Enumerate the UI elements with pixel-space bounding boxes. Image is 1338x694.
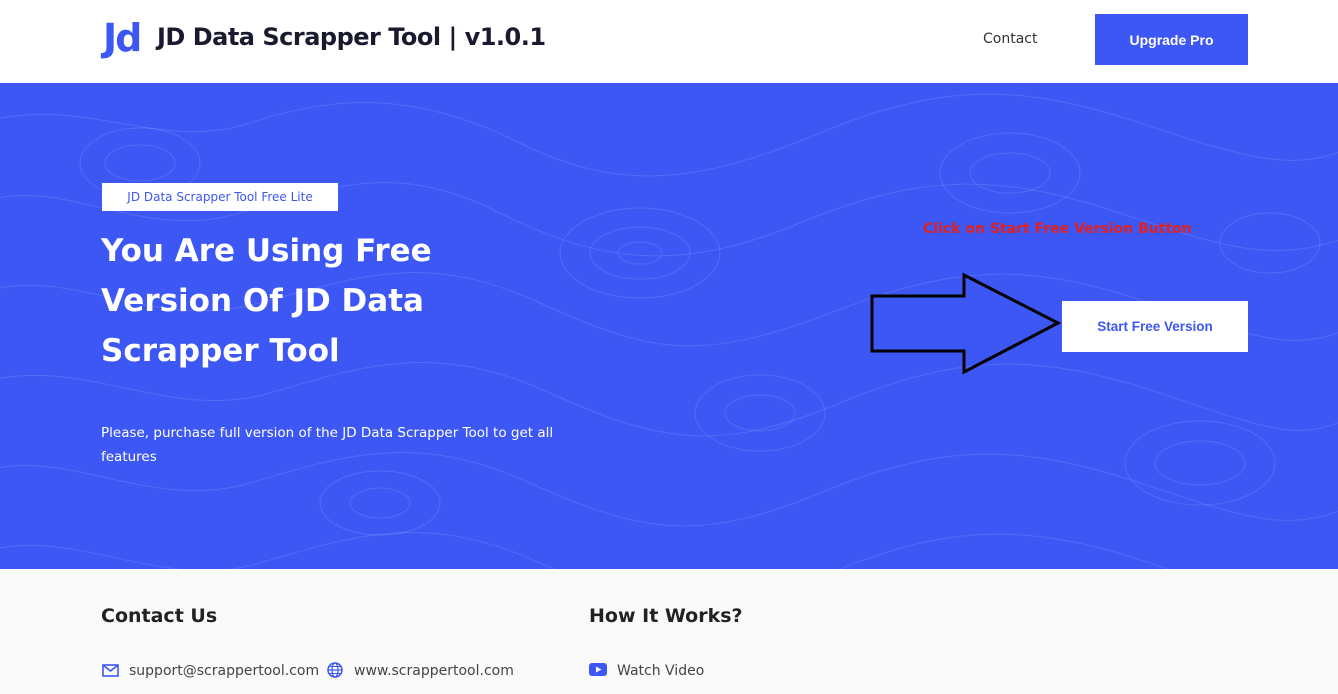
app-title[interactable]: JD Data Scrapper Tool | v1.0.1 — [157, 20, 546, 54]
footer-section: Contact Us How It Works? support@scrappe… — [0, 569, 1338, 694]
watch-video-link[interactable]: Watch Video — [617, 661, 704, 681]
website-link[interactable]: www.scrappertool.com — [354, 661, 514, 681]
envelope-icon — [102, 664, 119, 677]
hero-title: You Are Using Free Version Of JD Data Sc… — [101, 233, 432, 369]
hero-section: JD Data Scrapper Tool Free Lite You Are … — [0, 83, 1338, 569]
contact-us-heading: Contact Us — [101, 605, 218, 627]
how-it-works-heading: How It Works? — [589, 605, 743, 627]
nav-contact-link[interactable]: Contact — [983, 30, 1037, 48]
youtube-play-icon — [589, 663, 607, 676]
header: Jd JD Data Scrapper Tool | v1.0.1 Contac… — [0, 0, 1338, 83]
instruction-annotation: Click on Start Free Version Button — [923, 221, 1192, 237]
logo-icon[interactable]: Jd — [103, 16, 142, 60]
arrow-right-icon — [870, 272, 1062, 375]
start-free-version-button[interactable]: Start Free Version — [1062, 301, 1248, 352]
upgrade-pro-button[interactable]: Upgrade Pro — [1095, 14, 1248, 65]
globe-icon — [327, 662, 343, 678]
version-badge: JD Data Scrapper Tool Free Lite — [102, 183, 338, 211]
support-email-link[interactable]: support@scrappertool.com — [129, 661, 319, 681]
hero-description: Please, purchase full version of the JD … — [101, 425, 554, 465]
